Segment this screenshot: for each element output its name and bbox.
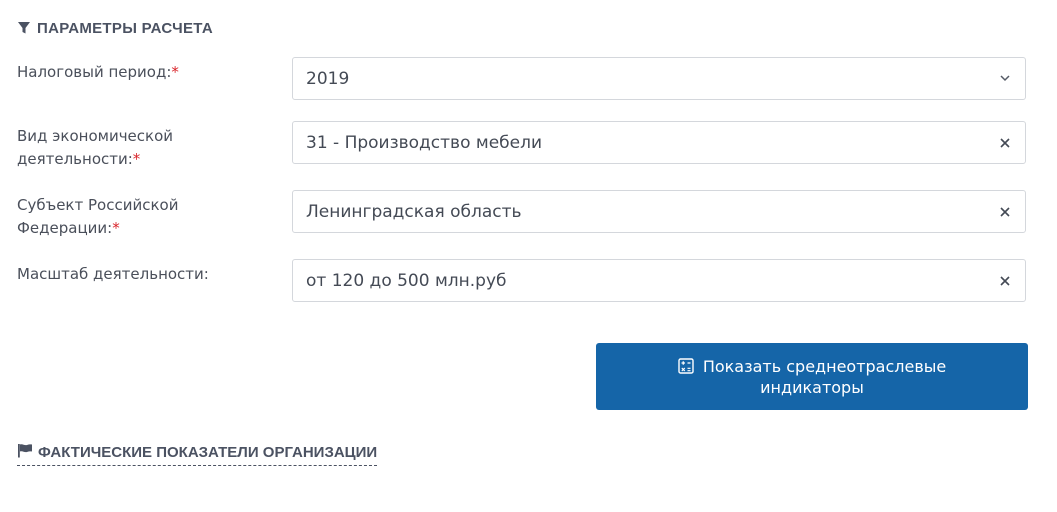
region-select[interactable]: Ленинградская область <box>292 190 1026 233</box>
organization-indicators-toggle[interactable]: ФАКТИЧЕСКИЕ ПОКАЗАТЕЛИ ОРГАНИЗАЦИИ <box>17 443 378 466</box>
show-indicators-label-line1: Показать среднеотраслевые <box>702 356 947 376</box>
clear-icon[interactable] <box>985 260 1025 301</box>
flag-icon <box>17 443 33 462</box>
scale-value: от 120 до 500 млн.руб <box>306 270 507 291</box>
filter-icon <box>17 21 31 35</box>
section-title: ПАРАМЕТРЫ РАСЧЕТА <box>17 17 213 39</box>
tax-period-label: Налоговый период:* <box>17 63 179 81</box>
tax-period-select[interactable]: 2019 <box>292 57 1026 100</box>
region-label: Субъект Российской Федерации:* <box>17 196 179 237</box>
subsection-title-text: ФАКТИЧЕСКИЕ ПОКАЗАТЕЛИ ОРГАНИЗАЦИИ <box>38 444 378 461</box>
chevron-down-icon[interactable] <box>985 58 1025 99</box>
scale-label: Масштаб деятельности: <box>17 265 209 283</box>
activity-label: Вид экономической деятельности:* <box>17 127 174 168</box>
activity-value: 31 - Производство мебели <box>306 132 543 153</box>
show-indicators-button[interactable]: Показать среднеотраслевые индикаторы <box>596 343 1028 410</box>
clear-icon[interactable] <box>985 122 1025 163</box>
clear-icon[interactable] <box>985 191 1025 232</box>
required-mark: * <box>112 219 120 237</box>
activity-select[interactable]: 31 - Производство мебели <box>292 121 1026 164</box>
scale-select[interactable]: от 120 до 500 млн.руб <box>292 259 1026 302</box>
required-mark: * <box>171 63 179 81</box>
show-indicators-label-line2: индикаторы <box>760 377 864 397</box>
calculator-icon <box>678 357 703 376</box>
tax-period-value: 2019 <box>306 68 350 89</box>
section-title-text: ПАРАМЕТРЫ РАСЧЕТА <box>37 19 213 37</box>
region-value: Ленинградская область <box>306 201 522 222</box>
required-mark: * <box>132 150 141 168</box>
